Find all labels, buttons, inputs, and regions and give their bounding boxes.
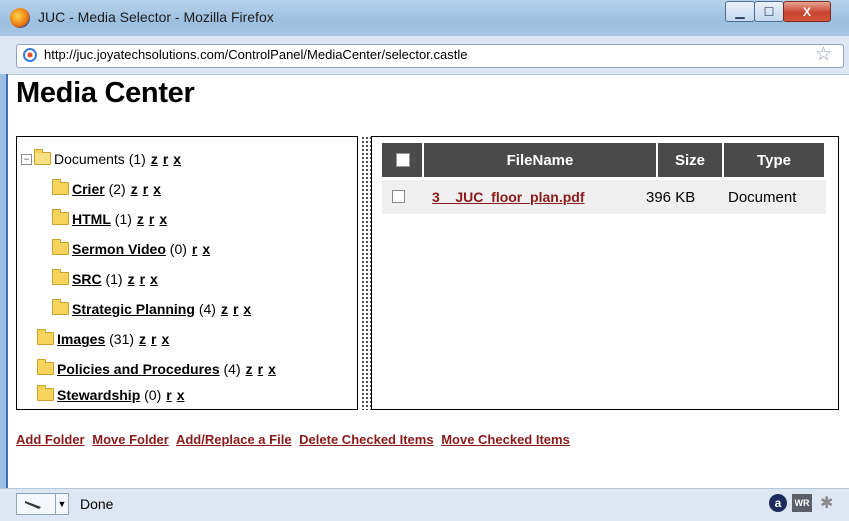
folder-icon <box>52 208 69 225</box>
folder-icon <box>37 328 54 345</box>
addon-wr-icon[interactable]: WR <box>792 494 812 512</box>
folder-icon <box>52 268 69 285</box>
move-folder-link[interactable]: Move Folder <box>92 432 169 447</box>
tree-item-label[interactable]: Stewardship <box>57 387 140 403</box>
action-links: Add Folder Move Folder Add/Replace a Fil… <box>16 432 574 447</box>
folder-icon <box>37 358 54 375</box>
tree-item-policies: Policies and Procedures (4) z r x <box>37 358 276 377</box>
delete-link[interactable]: x <box>268 361 276 377</box>
maximize-button[interactable]: ☐ <box>754 1 784 22</box>
tree-item-label[interactable]: SRC <box>72 271 102 287</box>
file-type: Document <box>728 189 797 206</box>
zip-link[interactable]: z <box>221 301 228 317</box>
rename-link[interactable]: r <box>151 331 156 347</box>
rename-link[interactable]: r <box>140 271 145 287</box>
folder-icon <box>52 298 69 315</box>
rename-link[interactable]: r <box>149 211 154 227</box>
zip-link[interactable]: z <box>128 271 135 287</box>
folder-icon <box>52 178 69 195</box>
minimize-button[interactable]: ▁ <box>725 1 755 22</box>
tree-item-label[interactable]: Policies and Procedures <box>57 361 220 377</box>
zip-link[interactable]: z <box>131 181 138 197</box>
file-count: (1) <box>114 211 132 227</box>
file-list-panel <box>371 136 839 410</box>
rename-link[interactable]: r <box>163 151 168 167</box>
addon-a-icon[interactable]: a <box>769 494 787 512</box>
add-replace-file-link[interactable]: Add/Replace a File <box>176 432 292 447</box>
file-count: (1) <box>128 151 146 167</box>
file-count: (4) <box>198 301 216 317</box>
zip-link[interactable]: z <box>139 331 146 347</box>
tree-item-images: Images (31) z r x <box>37 328 170 347</box>
window-frame-edge <box>6 74 8 520</box>
delete-link[interactable]: x <box>159 211 167 227</box>
tree-item-strategic-planning: Strategic Planning (4) z r x <box>52 298 251 317</box>
file-name-link[interactable]: 3__JUC_floor_plan.pdf <box>432 189 584 205</box>
collapse-icon[interactable]: − <box>21 153 32 165</box>
tree-item-sermon-video: Sermon Video (0) r x <box>52 238 210 257</box>
window-title: JUC - Media Selector - Mozilla Firefox <box>38 9 274 25</box>
row-checkbox[interactable] <box>392 190 405 203</box>
zip-link[interactable]: z <box>246 361 253 377</box>
delete-link[interactable]: x <box>177 387 185 403</box>
folder-icon <box>37 384 54 401</box>
delete-link[interactable]: x <box>173 151 181 167</box>
delete-link[interactable]: x <box>202 241 210 257</box>
delete-link[interactable]: x <box>243 301 251 317</box>
move-checked-link[interactable]: Move Checked Items <box>441 432 570 447</box>
tree-item-label[interactable]: Sermon Video <box>72 241 166 257</box>
tree-item-src: SRC (1) z r x <box>52 268 158 287</box>
column-header-size[interactable]: Size <box>658 143 722 177</box>
site-identity-icon[interactable] <box>22 48 38 62</box>
status-bar <box>0 488 849 521</box>
rename-link[interactable]: r <box>143 181 148 197</box>
folder-icon <box>52 238 69 255</box>
tree-item-label[interactable]: Images <box>57 331 105 347</box>
delete-link[interactable]: x <box>150 271 158 287</box>
rename-link[interactable]: r <box>258 361 263 377</box>
file-count: (4) <box>223 361 241 377</box>
tree-item-label[interactable]: HTML <box>72 211 111 227</box>
delete-link[interactable]: x <box>162 331 170 347</box>
delete-link[interactable]: x <box>153 181 161 197</box>
bookmark-star-icon[interactable]: ☆ <box>815 44 832 66</box>
file-count: (1) <box>105 271 123 287</box>
page-title: Media Center <box>16 77 195 109</box>
zip-link[interactable]: z <box>151 151 158 167</box>
panel-splitter[interactable] <box>361 136 371 410</box>
tree-item-stewardship: Stewardship (0) r x <box>37 384 185 403</box>
add-folder-link[interactable]: Add Folder <box>16 432 85 447</box>
chevron-down-icon[interactable]: ▼ <box>55 493 69 515</box>
tree-item-crier: Crier (2) z r x <box>52 178 161 197</box>
tree-item-label[interactable]: Crier <box>72 181 105 197</box>
tree-item-label[interactable]: Documents <box>54 151 125 167</box>
folder-tree-panel: − Documents (1) z r x Crier (2) z r x HT… <box>16 136 358 410</box>
header-divider <box>824 143 826 177</box>
file-size: 396 KB <box>646 189 696 206</box>
firefox-icon <box>10 8 30 28</box>
file-count: (2) <box>108 181 126 197</box>
file-count: (0) <box>169 241 187 257</box>
select-all-checkbox[interactable] <box>396 153 410 167</box>
folder-open-icon <box>34 148 51 165</box>
rename-link[interactable]: r <box>166 387 171 403</box>
column-header-filename[interactable]: FileName <box>424 143 656 177</box>
tree-item-html: HTML (1) z r x <box>52 208 167 227</box>
rename-link[interactable]: r <box>233 301 238 317</box>
tree-item-label[interactable]: Strategic Planning <box>72 301 195 317</box>
url-text[interactable]: http://juc.joyatechsolutions.com/Control… <box>44 47 467 62</box>
file-count: (31) <box>109 331 135 347</box>
status-text: Done <box>80 496 114 512</box>
delete-checked-link[interactable]: Delete Checked Items <box>299 432 433 447</box>
rename-link[interactable]: r <box>192 241 197 257</box>
addon-bug-icon[interactable]: ✱ <box>820 493 833 513</box>
tool-icon[interactable] <box>16 493 56 515</box>
zip-link[interactable]: z <box>137 211 144 227</box>
file-count: (0) <box>144 387 162 403</box>
close-button[interactable]: X <box>783 1 831 22</box>
tree-item-documents: − Documents (1) z r x <box>21 148 181 167</box>
column-header-type[interactable]: Type <box>724 143 824 177</box>
